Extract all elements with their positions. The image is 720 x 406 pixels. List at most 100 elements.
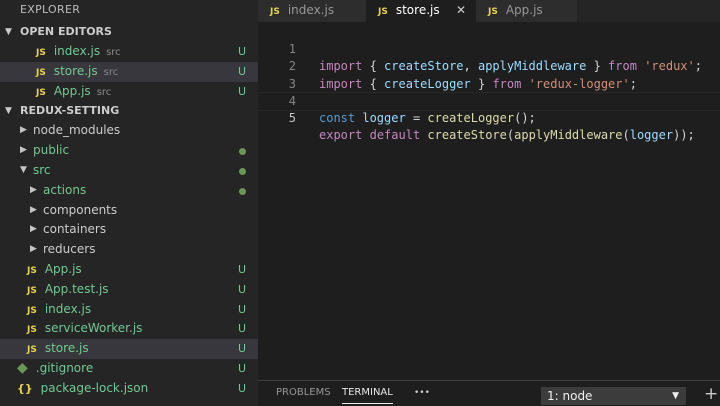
tab-problems[interactable]: PROBLEMS bbox=[276, 387, 331, 398]
open-editor-item[interactable]: JS index.js src U bbox=[0, 42, 258, 62]
line-number: 5 bbox=[288, 110, 296, 125]
file-name: index.js bbox=[53, 44, 101, 58]
file-store-js[interactable]: JS store.js U bbox=[0, 339, 258, 359]
tab-app-js[interactable]: JS App.js bbox=[476, 0, 577, 22]
js-file-icon: JS bbox=[27, 305, 37, 316]
file-name: App.js bbox=[44, 261, 82, 276]
code-line: 2 import { createLogger } from 'redux-lo… bbox=[258, 41, 720, 90]
open-editor-item[interactable]: JS App.js src U bbox=[0, 82, 258, 102]
folder-name: actions bbox=[43, 182, 87, 197]
folder-name: containers bbox=[43, 222, 107, 237]
folder-node-modules[interactable]: ▶ node_modules bbox=[0, 121, 258, 141]
file-gitignore[interactable]: ◆ .gitignore U bbox=[0, 359, 258, 379]
code-line: 3 bbox=[258, 58, 720, 91]
more-icon[interactable]: ••• bbox=[414, 388, 430, 398]
file-index-js[interactable]: JS index.js U bbox=[0, 300, 258, 320]
folder-components[interactable]: ▶ components bbox=[0, 201, 258, 221]
tab-store-js[interactable]: JS store.js ✕ bbox=[366, 0, 476, 22]
bottom-panel: PROBLEMS TERMINAL ••• 1: node ▼ + bbox=[258, 380, 720, 406]
untracked-badge: U bbox=[237, 302, 246, 316]
folder-src[interactable]: ▼ src bbox=[0, 161, 258, 181]
js-file-icon: JS bbox=[36, 67, 46, 78]
untracked-badge: U bbox=[237, 262, 246, 276]
folder-name: src bbox=[33, 162, 51, 177]
tab-terminal[interactable]: TERMINAL bbox=[342, 387, 393, 404]
file-name: package-lock.json bbox=[40, 380, 149, 395]
untracked-badge: U bbox=[237, 381, 246, 395]
file-folder-hint: src bbox=[96, 86, 112, 98]
folder-public[interactable]: ▶ public bbox=[0, 141, 258, 161]
folder-containers[interactable]: ▶ containers bbox=[0, 220, 258, 240]
file-service-worker-js[interactable]: JS serviceWorker.js U bbox=[0, 319, 258, 339]
code-text: const logger = createLogger(); bbox=[319, 110, 536, 125]
code-editor[interactable]: 1 import { createStore, applyMiddleware … bbox=[257, 22, 720, 380]
folder-name: components bbox=[43, 202, 118, 217]
untracked-badge: U bbox=[237, 64, 246, 78]
untracked-badge: U bbox=[237, 342, 246, 356]
chevron-right-icon: ▶ bbox=[30, 204, 37, 215]
tab-index-js[interactable]: JS index.js bbox=[258, 0, 366, 22]
code-text: export default createStore(applyMiddlewa… bbox=[319, 128, 695, 143]
chevron-right-icon: ▶ bbox=[20, 145, 27, 156]
editor-area: JS index.js JS store.js ✕ JS App.js 1 impor… bbox=[257, 0, 720, 380]
project-header[interactable]: ▼ REDUX-SETTING bbox=[0, 101, 258, 121]
close-icon[interactable]: ✕ bbox=[456, 0, 466, 21]
tab-label: index.js bbox=[287, 3, 335, 17]
folder-reducers[interactable]: ▶ reducers bbox=[0, 240, 258, 260]
file-name: index.js bbox=[44, 301, 92, 316]
file-folder-hint: src bbox=[103, 66, 119, 78]
file-name: store.js bbox=[44, 341, 89, 356]
js-file-icon: JS bbox=[27, 325, 37, 336]
folder-name: node_modules bbox=[33, 123, 121, 138]
open-editor-item[interactable]: JS store.js src U bbox=[0, 61, 258, 82]
folder-name: reducers bbox=[43, 242, 96, 257]
explorer-title: EXPLORER bbox=[20, 3, 81, 16]
git-icon: ◆ bbox=[17, 359, 28, 376]
chevron-down-icon: ▼ bbox=[20, 164, 27, 175]
js-file-icon: JS bbox=[27, 265, 37, 276]
file-folder-hint: src bbox=[106, 47, 121, 58]
file-name: .gitignore bbox=[35, 360, 94, 375]
code-line: 4 const logger = createLogger(); bbox=[258, 76, 720, 125]
js-file-icon: JS bbox=[488, 7, 498, 17]
untracked-badge: U bbox=[237, 322, 246, 336]
untracked-badge: U bbox=[237, 361, 246, 375]
file-app-js[interactable]: JS App.js U bbox=[0, 260, 258, 280]
js-file-icon: JS bbox=[270, 7, 280, 17]
file-app-test-js[interactable]: JS App.test.js U bbox=[0, 280, 258, 300]
open-editors-label: OPEN EDITORS bbox=[20, 25, 112, 38]
file-name: App.test.js bbox=[44, 281, 109, 296]
untracked-badge: U bbox=[237, 282, 246, 296]
js-file-icon: JS bbox=[27, 345, 37, 356]
file-name: App.js bbox=[53, 83, 91, 98]
chevron-down-icon: ▼ bbox=[5, 106, 12, 117]
untracked-badge: U bbox=[237, 84, 246, 98]
js-file-icon: JS bbox=[27, 285, 37, 296]
untracked-badge: U bbox=[237, 45, 246, 58]
explorer-sidebar: EXPLORER ▼ OPEN EDITORS JS index.js src U … bbox=[0, 0, 258, 406]
folder-name: public bbox=[33, 143, 70, 158]
chevron-down-icon: ▼ bbox=[5, 27, 12, 37]
code-line-current: 5 export default createStore(applyMiddle… bbox=[257, 91, 720, 142]
terminal-select-value: 1: node bbox=[547, 389, 593, 403]
modified-dot bbox=[239, 167, 246, 175]
modified-dot bbox=[239, 187, 246, 195]
modified-dot bbox=[239, 148, 246, 156]
tab-label: App.js bbox=[505, 3, 543, 17]
chevron-right-icon: ▶ bbox=[30, 224, 37, 235]
project-label: REDUX-SETTING bbox=[20, 104, 120, 118]
folder-actions[interactable]: ▶ actions bbox=[0, 181, 258, 201]
js-file-icon: JS bbox=[36, 48, 46, 58]
js-file-icon: JS bbox=[36, 87, 46, 98]
add-terminal-icon[interactable]: + bbox=[704, 384, 718, 404]
file-package-lock-json[interactable]: {} package-lock.json U bbox=[0, 379, 258, 399]
open-editors-header[interactable]: ▼ OPEN EDITORS bbox=[0, 22, 258, 42]
file-name: serviceWorker.js bbox=[44, 321, 143, 336]
js-file-icon: JS bbox=[378, 7, 388, 17]
tab-label: store.js bbox=[395, 3, 440, 17]
editor-tabs: JS index.js JS store.js ✕ JS App.js bbox=[258, 0, 720, 22]
json-file-icon: {} bbox=[17, 381, 33, 395]
file-name: store.js bbox=[53, 63, 98, 78]
terminal-select[interactable]: 1: node ▼ bbox=[541, 387, 686, 405]
chevron-right-icon: ▶ bbox=[30, 244, 37, 255]
